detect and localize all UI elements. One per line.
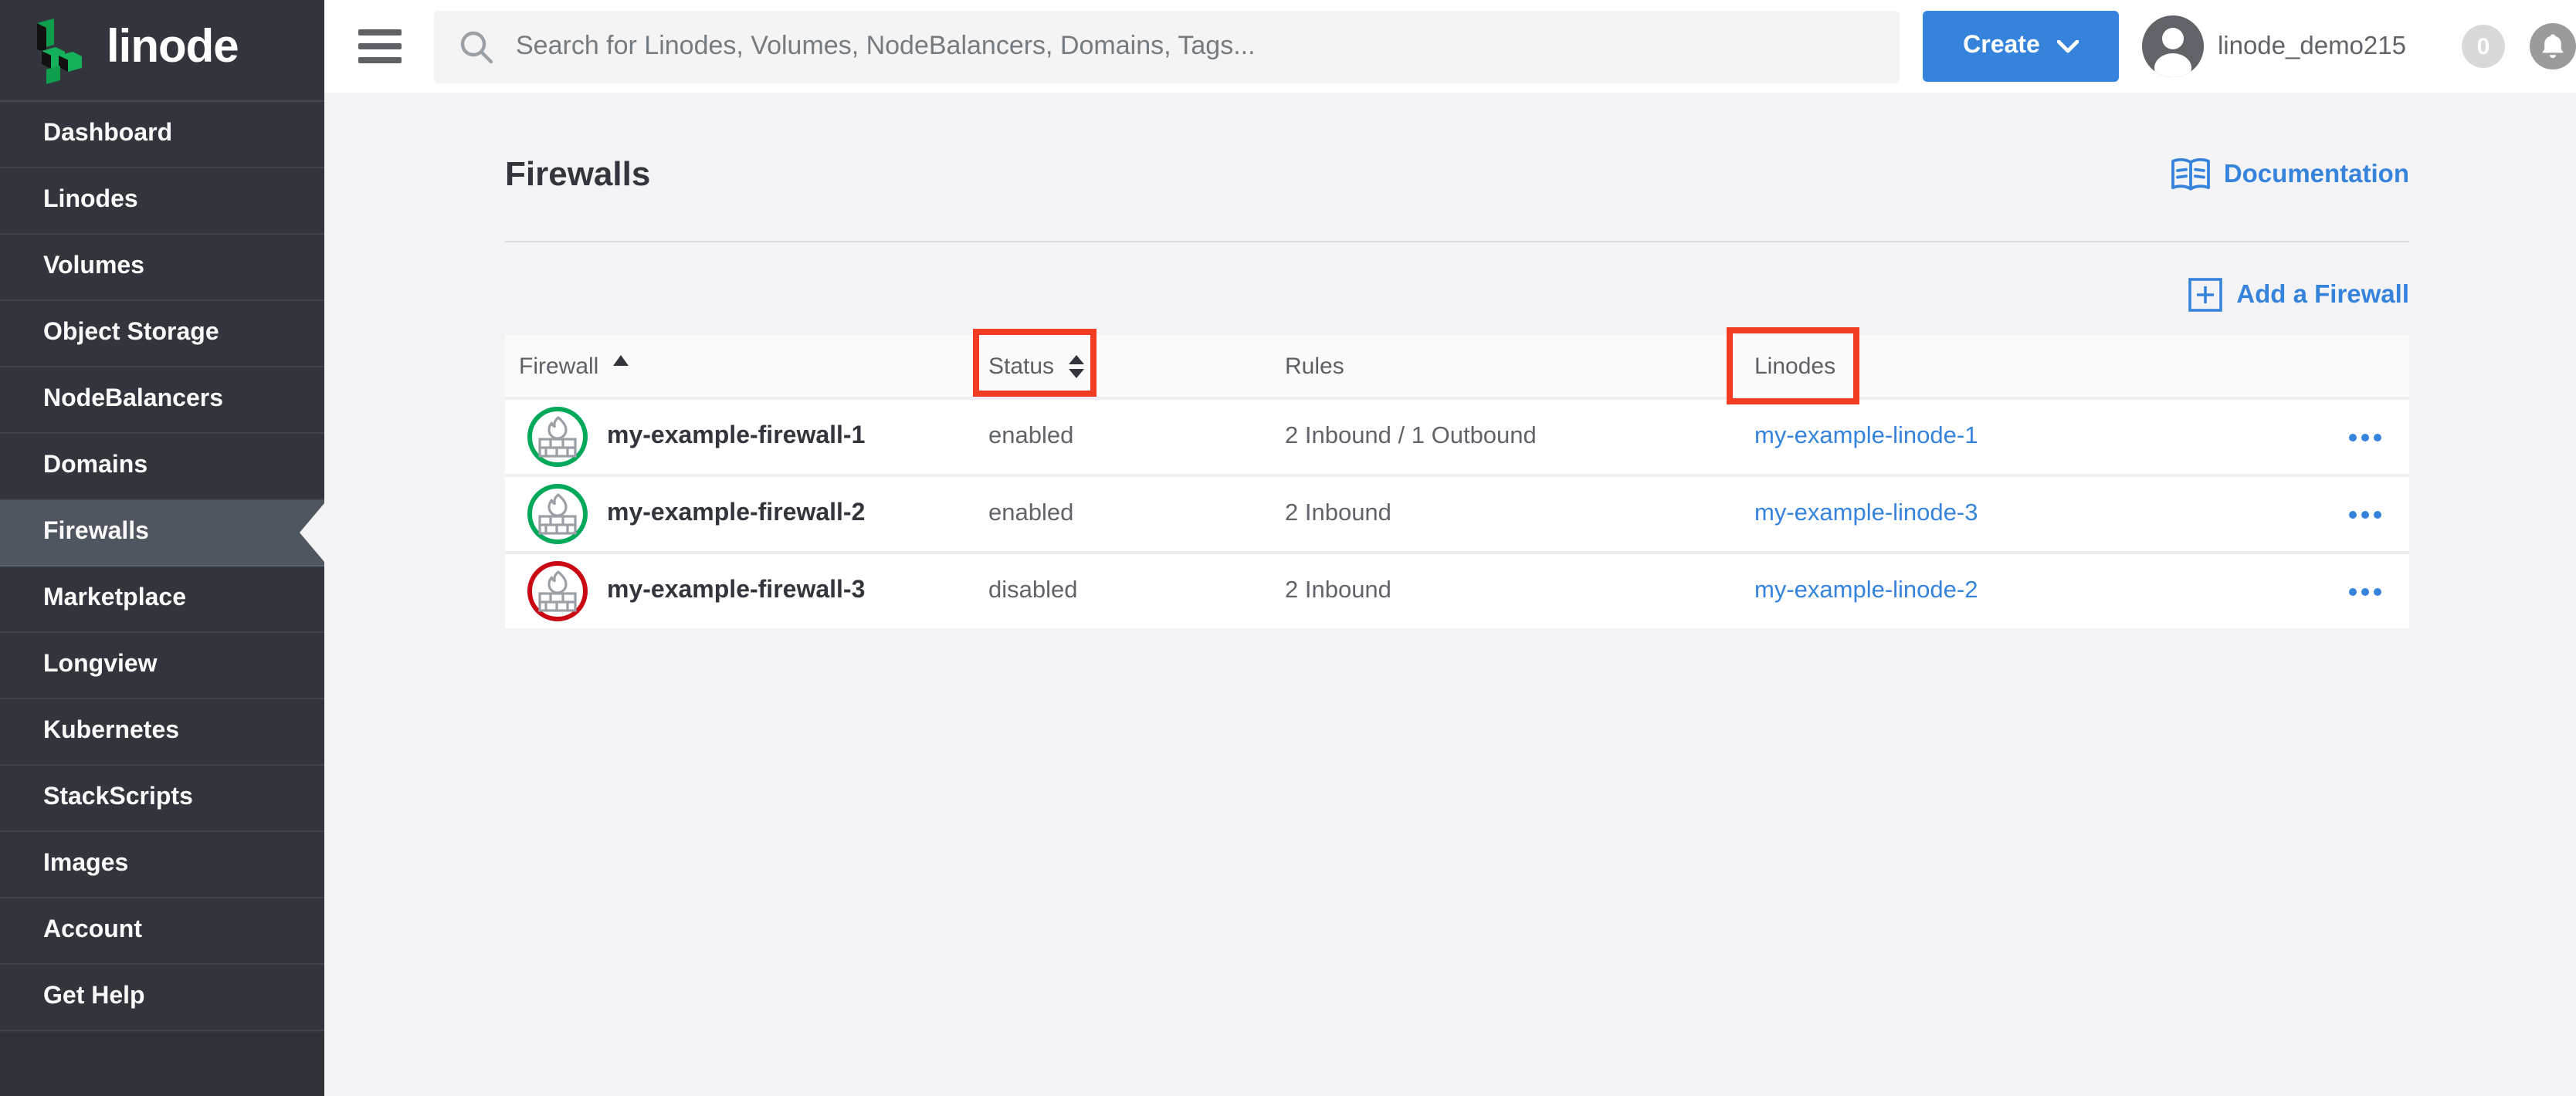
notification-count-badge[interactable]: 0	[2462, 25, 2505, 68]
logo-wordmark: linode	[107, 21, 239, 73]
sidebar-item-label: Firewalls	[43, 519, 149, 546]
row-actions-menu-icon[interactable]	[2346, 501, 2384, 527]
column-header-linodes: Linodes	[1754, 353, 2317, 379]
sidebar-item-label: Volumes	[43, 253, 144, 281]
firewall-status: disabled	[988, 577, 1285, 605]
add-firewall-button[interactable]: Add a Firewall	[2188, 278, 2409, 312]
table-row: my-example-firewall-3 disabled 2 Inbound…	[505, 551, 2409, 628]
sidebar-item-longview[interactable]: Longview	[0, 633, 324, 699]
search-input[interactable]	[516, 31, 1875, 62]
header-divider	[505, 241, 2409, 242]
create-button-label: Create	[1963, 32, 2040, 60]
sidebar-item-kubernetes[interactable]: Kubernetes	[0, 699, 324, 766]
row-actions-menu-icon[interactable]	[2346, 424, 2384, 450]
column-header-firewall[interactable]: Firewall	[505, 353, 988, 379]
firewall-status: enabled	[988, 500, 1285, 528]
create-button[interactable]: Create	[1923, 11, 2119, 82]
page-title: Firewalls	[505, 154, 650, 195]
avatar-icon	[2140, 14, 2205, 79]
table-row: my-example-firewall-2 enabled 2 Inbound …	[505, 474, 2409, 551]
search-icon	[459, 29, 494, 64]
sidebar-item-firewalls[interactable]: Firewalls	[0, 500, 324, 567]
sidebar-item-volumes[interactable]: Volumes	[0, 235, 324, 301]
add-firewall-label: Add a Firewall	[2236, 280, 2409, 310]
username: linode_demo215	[2218, 32, 2406, 61]
active-item-notch	[300, 503, 324, 562]
row-actions-menu-icon[interactable]	[2346, 578, 2384, 604]
main-content: Firewalls Documentation	[324, 93, 2576, 1096]
linode-logo[interactable]: linode	[0, 0, 324, 100]
column-header-rules: Rules	[1285, 353, 1754, 379]
sidebar-item-label: Dashboard	[43, 120, 172, 148]
sidebar-item-label: Kubernetes	[43, 718, 179, 746]
sidebar-item-label: Images	[43, 851, 128, 878]
app-window: linode Dashboard Linodes Volumes Object …	[0, 0, 2576, 1096]
table-row: my-example-firewall-1 enabled 2 Inbound …	[505, 397, 2409, 474]
linode-link[interactable]: my-example-linode-1	[1754, 423, 1978, 449]
rules-column-label: Rules	[1285, 353, 1344, 379]
sidebar-item-stackscripts[interactable]: StackScripts	[0, 766, 324, 832]
firewall-name-link[interactable]: my-example-firewall-2	[607, 500, 865, 528]
page-header: Firewalls Documentation	[505, 154, 2409, 195]
documentation-label: Documentation	[2224, 160, 2409, 189]
hamburger-menu-icon[interactable]	[358, 22, 402, 71]
sidebar-item-label: StackScripts	[43, 784, 193, 812]
chevron-down-icon	[2057, 39, 2079, 53]
sidebar-item-nodebalancers[interactable]: NodeBalancers	[0, 367, 324, 434]
sidebar-item-label: Linodes	[43, 187, 138, 215]
firewalls-table: Firewall Status Rules Linodes	[505, 335, 2409, 628]
book-icon	[2170, 157, 2212, 192]
plus-square-icon	[2188, 278, 2222, 312]
linode-link[interactable]: my-example-linode-3	[1754, 500, 1978, 526]
sidebar-item-label: Get Help	[43, 983, 145, 1011]
status-column-label: Status	[988, 353, 1054, 379]
firewall-rules: 2 Inbound	[1285, 577, 1754, 605]
firewall-name-link[interactable]: my-example-firewall-3	[607, 577, 865, 605]
table-header-row: Firewall Status Rules Linodes	[505, 335, 2409, 397]
notifications-button[interactable]	[2530, 23, 2576, 69]
sidebar: linode Dashboard Linodes Volumes Object …	[0, 0, 324, 1096]
linode-logo-icon	[31, 16, 93, 84]
sidebar-item-domains[interactable]: Domains	[0, 434, 324, 500]
sort-ascending-icon	[612, 354, 628, 365]
column-header-status[interactable]: Status	[988, 353, 1285, 379]
sidebar-nav: Dashboard Linodes Volumes Object Storage…	[0, 100, 324, 1031]
sidebar-item-label: Domains	[43, 452, 147, 480]
table-actions-row: Add a Firewall	[505, 278, 2409, 312]
firewall-rules: 2 Inbound	[1285, 500, 1754, 528]
sidebar-item-account[interactable]: Account	[0, 898, 324, 965]
search-bar[interactable]	[434, 10, 1900, 83]
user-menu[interactable]: linode_demo215	[2140, 14, 2406, 79]
sidebar-item-dashboard[interactable]: Dashboard	[0, 102, 324, 168]
sidebar-footer	[0, 1033, 324, 1096]
sidebar-item-label: Marketplace	[43, 585, 186, 613]
linodes-column-label: Linodes	[1754, 353, 1835, 379]
linode-link[interactable]: my-example-linode-2	[1754, 577, 1978, 604]
sidebar-item-get-help[interactable]: Get Help	[0, 965, 324, 1031]
firewall-name-link[interactable]: my-example-firewall-1	[607, 423, 865, 451]
sidebar-item-object-storage[interactable]: Object Storage	[0, 301, 324, 367]
firewall-status: enabled	[988, 423, 1285, 451]
documentation-link[interactable]: Documentation	[2170, 157, 2409, 192]
sidebar-item-label: Object Storage	[43, 320, 219, 347]
firewall-column-label: Firewall	[519, 353, 598, 379]
firewall-enabled-icon	[527, 406, 588, 468]
sidebar-item-marketplace[interactable]: Marketplace	[0, 567, 324, 633]
firewall-disabled-icon	[527, 560, 588, 622]
sidebar-item-linodes[interactable]: Linodes	[0, 168, 324, 235]
sidebar-item-label: Account	[43, 917, 142, 945]
topbar: Create linode_demo215 0	[324, 0, 2576, 93]
sidebar-item-images[interactable]: Images	[0, 832, 324, 898]
notification-count: 0	[2477, 33, 2490, 59]
sort-toggle-icon	[1068, 354, 1083, 377]
bell-icon	[2530, 23, 2576, 69]
sidebar-item-label: Longview	[43, 651, 158, 679]
firewall-rules: 2 Inbound / 1 Outbound	[1285, 423, 1754, 451]
firewall-enabled-icon	[527, 483, 588, 545]
sidebar-item-label: NodeBalancers	[43, 386, 223, 414]
